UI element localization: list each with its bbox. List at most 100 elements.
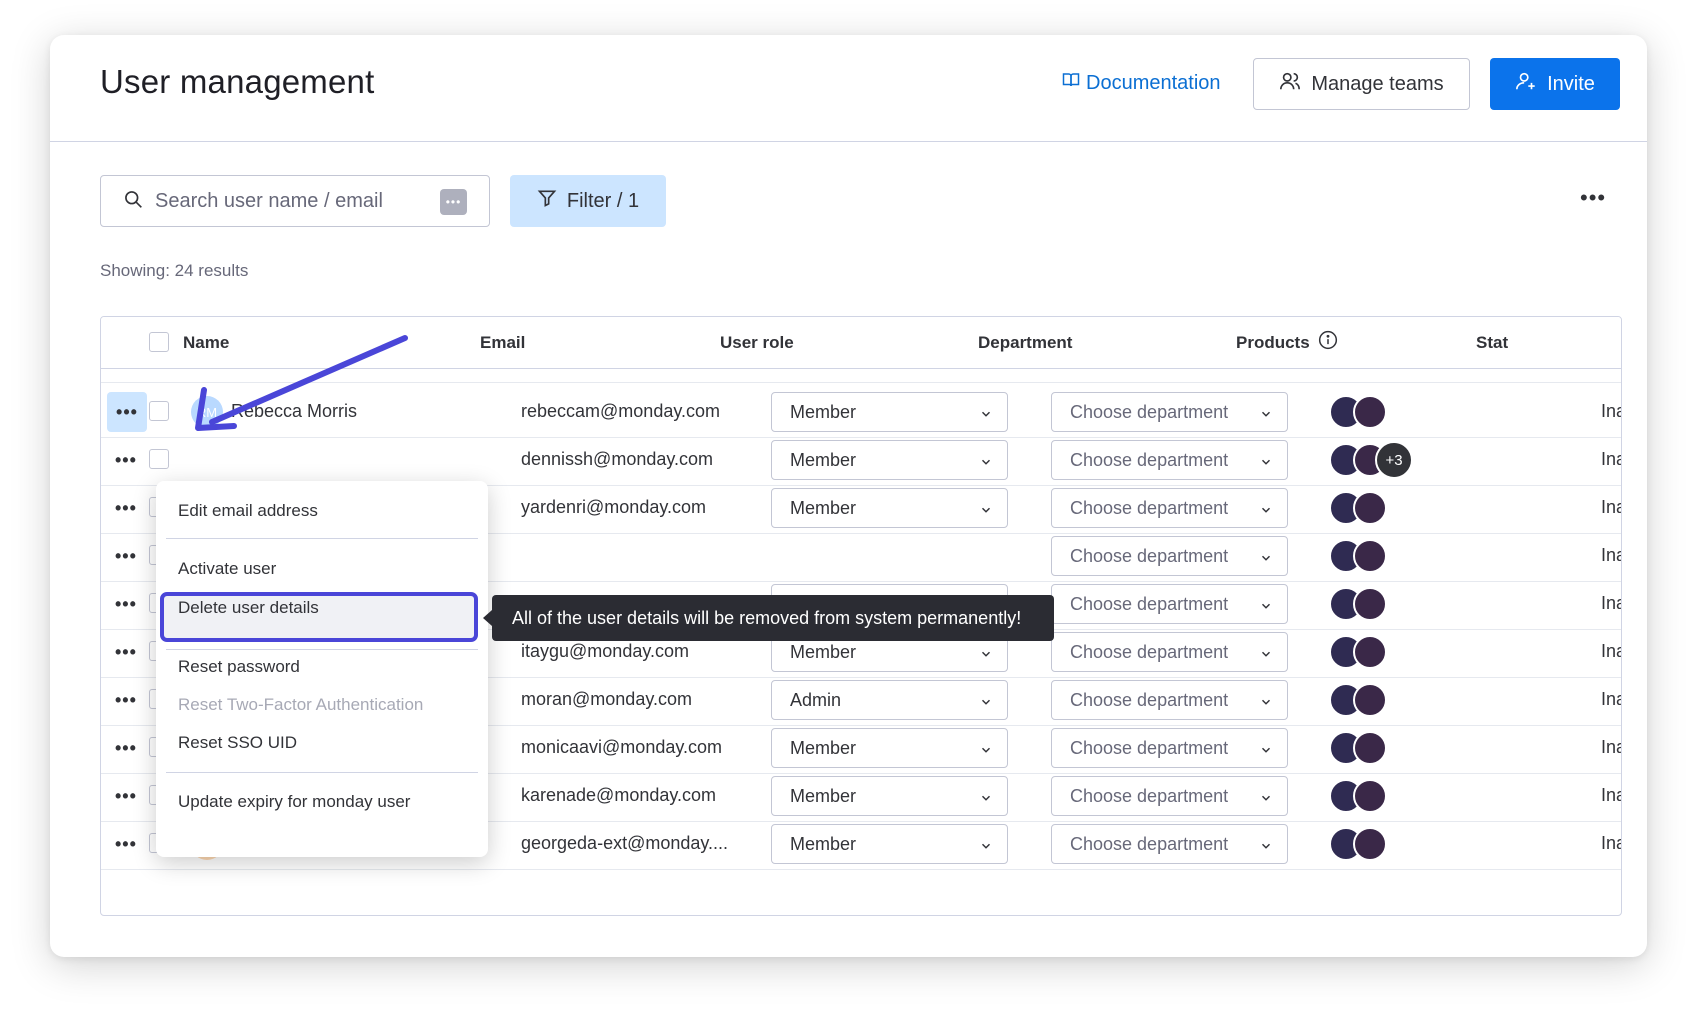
role-select[interactable]: Member: [771, 440, 1008, 480]
search-box[interactable]: •••: [100, 175, 490, 227]
chevron-down-icon: [1259, 693, 1273, 714]
department-select[interactable]: Choose department: [1051, 440, 1288, 480]
filter-label: Filter / 1: [566, 189, 640, 212]
user-email: karenade@monday.com: [521, 785, 717, 805]
extra-products-badge[interactable]: +3: [1375, 441, 1413, 479]
row-actions-button[interactable]: •••: [115, 594, 137, 615]
menu-item-reset-password[interactable]: Reset password: [178, 657, 300, 677]
ellipsis-badge-icon[interactable]: •••: [440, 189, 467, 215]
chevron-down-icon: [1259, 645, 1273, 666]
department-select[interactable]: Choose department: [1051, 680, 1288, 720]
row-actions-button[interactable]: •••: [115, 450, 137, 471]
column-header-department[interactable]: Department: [978, 333, 1072, 353]
row-actions-button[interactable]: •••: [115, 642, 137, 663]
row-actions-button[interactable]: •••: [115, 738, 137, 759]
info-icon[interactable]: [1318, 330, 1338, 355]
department-placeholder: Choose department: [1070, 689, 1229, 710]
row-checkbox[interactable]: [149, 401, 169, 421]
documentation-link[interactable]: Documentation: [1062, 71, 1221, 95]
row-actions-button[interactable]: •••: [115, 690, 137, 711]
column-header-role[interactable]: User role: [720, 333, 794, 353]
menu-item-activate-user[interactable]: Activate user: [178, 559, 276, 579]
table-row[interactable]: ••• dennissh@monday.com Member Choose depar…: [101, 434, 1621, 486]
department-select[interactable]: Choose department: [1051, 632, 1288, 672]
chevron-down-icon: [979, 741, 993, 762]
filter-icon: [537, 188, 557, 214]
chevron-down-icon: [1259, 453, 1273, 474]
more-options-icon[interactable]: •••: [1580, 185, 1606, 211]
user-email: rebeccam@monday.com: [521, 401, 721, 421]
chevron-down-icon: [1259, 741, 1273, 762]
menu-item-delete-user[interactable]: Delete user details: [178, 598, 319, 618]
products-cell[interactable]: +3: [1329, 441, 1413, 479]
department-placeholder: Choose department: [1070, 401, 1229, 422]
chevron-down-icon: [979, 405, 993, 426]
role-select[interactable]: Member: [771, 776, 1008, 816]
department-select[interactable]: Choose department: [1051, 776, 1288, 816]
products-cell[interactable]: [1329, 827, 1389, 861]
invite-label: Invite: [1547, 72, 1595, 95]
annotation-arrow-icon: [195, 335, 408, 431]
department-placeholder: Choose department: [1070, 833, 1229, 854]
row-actions-button[interactable]: •••: [115, 834, 137, 855]
products-cell[interactable]: [1329, 635, 1389, 669]
department-select[interactable]: Choose department: [1051, 728, 1288, 768]
delete-tooltip: All of the user details will be removed …: [483, 595, 1054, 641]
column-header-products[interactable]: Products: [1236, 330, 1338, 355]
search-input[interactable]: [155, 189, 425, 213]
role-select[interactable]: Member: [771, 488, 1008, 528]
department-placeholder: Choose department: [1070, 737, 1229, 758]
product-icon: [1353, 395, 1387, 429]
role-select[interactable]: Member: [771, 824, 1008, 864]
role-value: Member: [790, 833, 857, 854]
department-select[interactable]: Choose department: [1051, 824, 1288, 864]
role-select[interactable]: Admin: [771, 680, 1008, 720]
column-header-email[interactable]: Email: [480, 333, 525, 353]
book-icon: [1062, 71, 1080, 95]
product-icon: [1353, 587, 1387, 621]
row-actions-button[interactable]: •••: [115, 546, 137, 567]
row-actions-button[interactable]: •••: [115, 786, 137, 807]
menu-item-reset-sso[interactable]: Reset SSO UID: [178, 733, 297, 753]
department-select[interactable]: Choose department: [1051, 488, 1288, 528]
products-cell[interactable]: [1329, 731, 1389, 765]
manage-teams-label: Manage teams: [1311, 72, 1444, 95]
column-header-status[interactable]: Stat: [1476, 333, 1508, 353]
products-cell[interactable]: [1329, 779, 1389, 813]
invite-button[interactable]: Invite: [1490, 58, 1620, 110]
role-value: Member: [790, 401, 857, 422]
department-select[interactable]: Choose department: [1051, 392, 1288, 432]
status-value: Ina: [1601, 689, 1621, 709]
department-select[interactable]: Choose department: [1051, 536, 1288, 576]
products-cell[interactable]: [1329, 587, 1389, 621]
row-actions-button[interactable]: •••: [107, 392, 147, 432]
products-cell[interactable]: [1329, 395, 1389, 429]
select-all-checkbox[interactable]: [149, 332, 169, 352]
menu-item-update-expiry[interactable]: Update expiry for monday user: [178, 792, 410, 812]
product-icon: [1353, 539, 1387, 573]
products-cell[interactable]: [1329, 539, 1389, 573]
role-select[interactable]: Member: [771, 728, 1008, 768]
team-icon: [1279, 70, 1301, 98]
menu-divider: [166, 649, 478, 650]
user-email: moran@monday.com: [521, 689, 692, 709]
products-cell[interactable]: [1329, 491, 1389, 525]
status-value: Ina: [1601, 785, 1621, 805]
user-actions-menu: Edit email address Activate user Delete …: [156, 481, 488, 857]
department-select[interactable]: Choose department: [1051, 584, 1288, 624]
products-header-label: Products: [1236, 332, 1310, 352]
filter-button[interactable]: Filter / 1: [510, 175, 666, 227]
results-count: Showing: 24 results: [100, 261, 249, 280]
row-checkbox[interactable]: [149, 449, 169, 469]
row-actions-button[interactable]: •••: [115, 498, 137, 519]
user-email: dennissh@monday.com: [521, 449, 714, 469]
menu-item-edit-email[interactable]: Edit email address: [178, 501, 318, 521]
user-email: yardenri@monday.com: [521, 497, 707, 517]
manage-teams-button[interactable]: Manage teams: [1253, 58, 1470, 110]
user-management-panel: User management Documentation Manage tea…: [50, 35, 1647, 957]
product-icon: [1353, 635, 1387, 669]
chevron-down-icon: [979, 645, 993, 666]
role-select[interactable]: Member: [771, 392, 1008, 432]
products-cell[interactable]: [1329, 683, 1389, 717]
status-value: Ina: [1601, 641, 1621, 661]
